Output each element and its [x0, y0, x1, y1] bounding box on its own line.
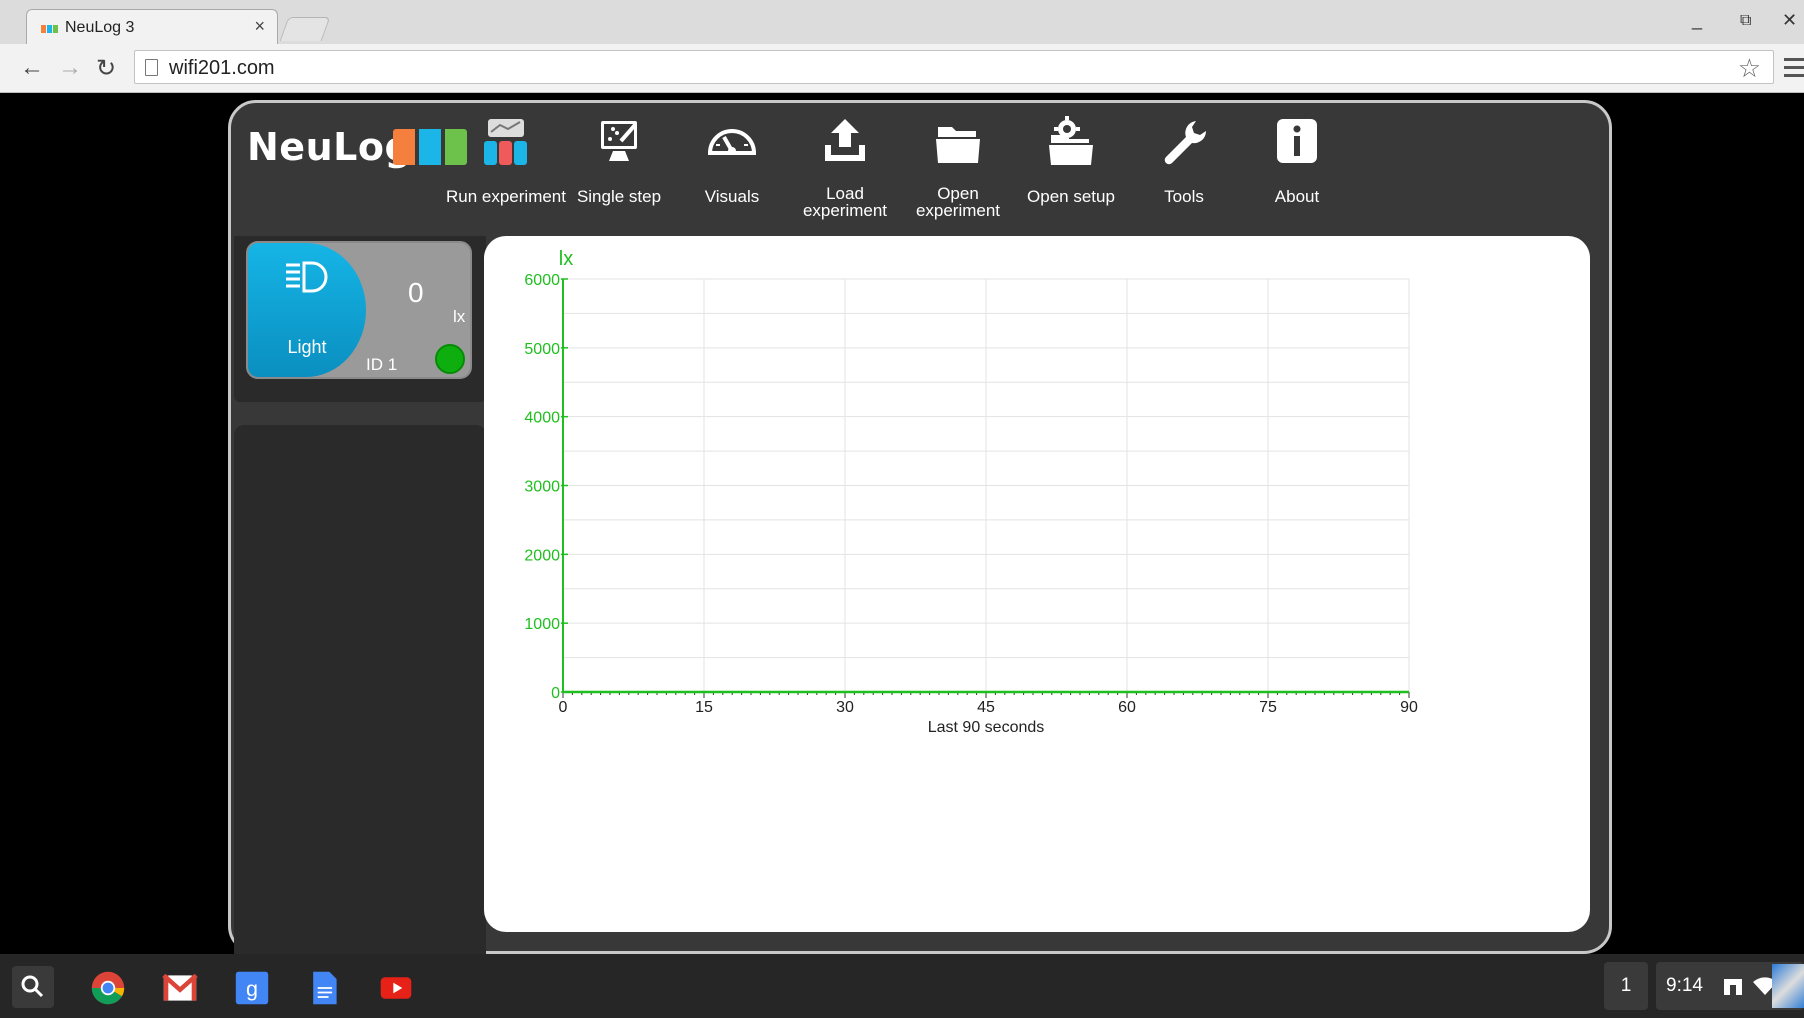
menu-label: experiment	[915, 201, 1001, 220]
new-tab-button[interactable]	[279, 17, 331, 41]
run-experiment-icon	[484, 119, 527, 165]
browser-toolbar: ← → ↻ wifi201.com ☆	[0, 44, 1804, 93]
sidebar-empty-area	[234, 425, 486, 955]
gmail-icon[interactable]	[160, 970, 200, 1006]
reload-icon[interactable]: ↻	[96, 54, 116, 83]
back-icon[interactable]: ←	[20, 54, 44, 82]
menu-label: About	[1274, 187, 1320, 206]
y-tick-label: 6000	[524, 272, 560, 289]
logo-text: NeuLog	[247, 125, 413, 169]
upload-icon	[825, 119, 865, 161]
neulog-logo: NeuLog	[247, 125, 467, 169]
y-tick-label: 5000	[524, 341, 560, 358]
x-tick-label: 60	[1118, 699, 1136, 716]
sensor-status-led	[435, 344, 465, 374]
folder-gear-icon	[1049, 116, 1093, 165]
search-icon	[21, 975, 44, 998]
x-axis-label: Last 90 seconds	[928, 719, 1045, 736]
x-tick-label: 45	[977, 699, 995, 716]
clock-time: 9:14	[1666, 975, 1703, 996]
minimize-icon[interactable]: _	[1692, 10, 1702, 31]
single-step-icon	[601, 121, 637, 161]
menu-label: Single step	[576, 187, 662, 206]
notification-count-text: 1	[1620, 975, 1632, 996]
open-setup-button[interactable]: Open setup	[1006, 115, 1136, 215]
light-sensor-card[interactable]: Light 0 lx ID 1	[246, 241, 472, 379]
menu-label: Visuals	[704, 187, 760, 206]
tab-title: NeuLog 3	[65, 19, 135, 36]
menu-label-group: Open experiment	[893, 185, 1023, 219]
menu-label: Tools	[1164, 187, 1204, 206]
chrome-icon[interactable]	[88, 970, 128, 1006]
sensor-id: ID 1	[366, 355, 398, 374]
address-bar[interactable]: wifi201.com ☆	[134, 50, 1774, 84]
forward-icon[interactable]: →	[58, 54, 82, 82]
y-tick-label: 4000	[524, 410, 560, 427]
network-icon	[1724, 979, 1742, 995]
bookmark-star-icon[interactable]: ☆	[1738, 53, 1761, 84]
menu-label: experiment	[802, 201, 888, 220]
graph-panel: 0 15 30 45 60 75 90 0 1000 2000 3000 4000 5000 6000 lx…	[484, 236, 1590, 932]
folder-icon	[936, 127, 980, 163]
user-avatar[interactable]	[1772, 964, 1804, 1008]
app-viewport: NeuLog Run experiment Single step Visual…	[10, 94, 1804, 955]
url-text[interactable]: wifi201.com	[169, 57, 275, 80]
youtube-icon[interactable]	[376, 970, 416, 1006]
tab-close-icon[interactable]: ×	[254, 16, 265, 37]
y-tick-label: 0	[551, 685, 560, 702]
sensor-unit: lx	[453, 307, 466, 326]
tools-button[interactable]: Tools	[1119, 115, 1249, 215]
open-experiment-button[interactable]: Open experiment	[893, 115, 1023, 219]
os-shelf: g 1 9:14	[0, 954, 1804, 1018]
run-experiment-button[interactable]: Run experiment	[441, 115, 571, 215]
wrench-icon	[1164, 121, 1207, 165]
browser-tabstrip: NeuLog 3 × _ ⧉ ✕	[0, 0, 1804, 44]
menu-label: Run experiment	[445, 187, 566, 206]
browser-tab[interactable]: NeuLog 3 ×	[26, 9, 278, 44]
y-tick-label: 2000	[524, 547, 560, 564]
menu-label: Open setup	[1027, 187, 1115, 206]
neulog-panel: NeuLog Run experiment Single step Visual…	[228, 100, 1612, 955]
page-icon	[145, 59, 158, 76]
about-button[interactable]: About	[1232, 115, 1362, 215]
load-experiment-button[interactable]: Load experiment	[780, 115, 910, 219]
google-search-icon[interactable]: g	[232, 970, 272, 1006]
x-tick-label: 15	[695, 699, 713, 716]
y-axis-label: lx	[559, 248, 573, 270]
info-icon	[1277, 119, 1317, 163]
visuals-button[interactable]: Visuals	[667, 115, 797, 215]
y-tick-label: 3000	[524, 479, 560, 496]
chrome-menu-icon[interactable]	[1784, 58, 1804, 82]
x-tick-label: 30	[836, 699, 854, 716]
sensor-value: 0	[408, 277, 424, 308]
gauge-icon	[707, 129, 757, 155]
headlight-icon	[286, 261, 328, 293]
y-tick-label: 1000	[524, 616, 560, 633]
x-tick-label: 90	[1400, 699, 1418, 716]
chart[interactable]: 0 15 30 45 60 75 900100020003000400050006000lx…	[484, 236, 1590, 932]
notification-count[interactable]: 1	[1604, 962, 1648, 1010]
neulog-favicon-icon	[41, 21, 59, 35]
menu-label-line1: Load experiment	[780, 185, 910, 219]
sensor-badge: Light	[248, 243, 366, 377]
restore-icon[interactable]: ⧉	[1740, 12, 1751, 30]
single-step-button[interactable]: Single step	[554, 115, 684, 215]
docs-icon[interactable]	[304, 970, 344, 1006]
sensor-name: Light	[287, 337, 327, 357]
window-close-icon[interactable]: ✕	[1782, 10, 1797, 31]
x-tick-label: 75	[1259, 699, 1277, 716]
launcher-search-button[interactable]	[12, 966, 54, 1008]
svg-text:g: g	[246, 976, 258, 1001]
sensor-module-area: Light 0 lx ID 1	[234, 236, 486, 402]
